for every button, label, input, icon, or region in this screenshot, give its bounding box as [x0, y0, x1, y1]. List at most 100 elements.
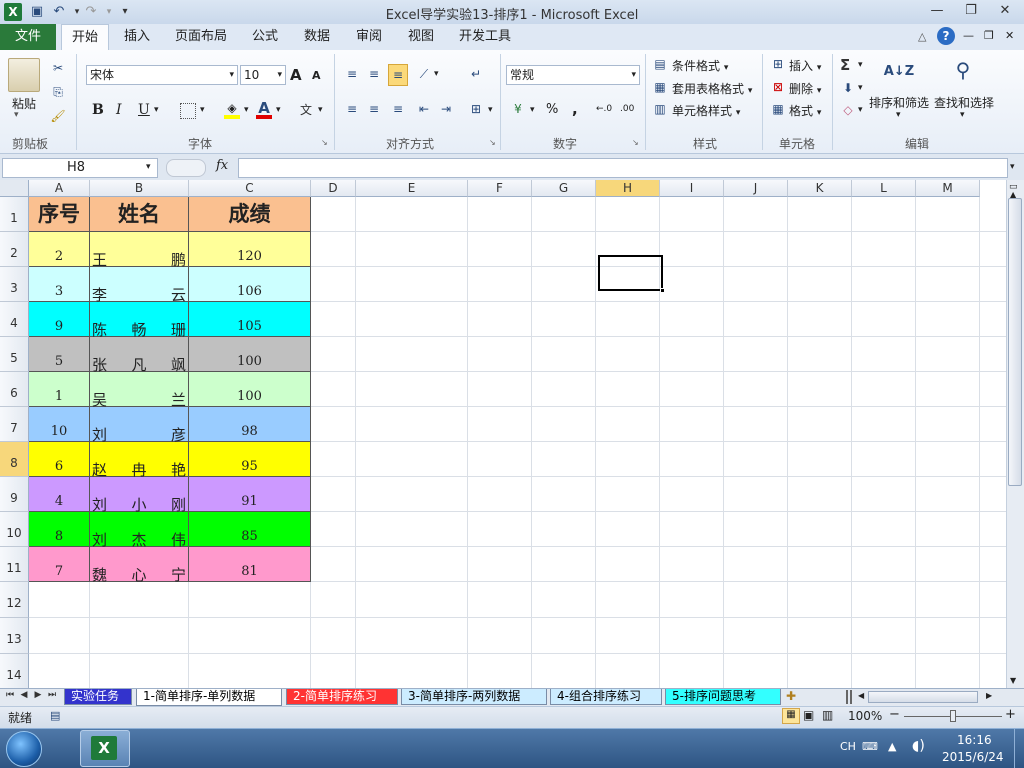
borders-icon[interactable]	[180, 103, 196, 119]
delete-cells-button[interactable]: 删除 ▾	[789, 80, 821, 97]
start-button[interactable]	[6, 731, 42, 767]
tab-formulas[interactable]: 公式	[246, 24, 284, 50]
formula-resize-handle[interactable]	[166, 159, 206, 177]
help-icon[interactable]: ?	[937, 27, 955, 45]
autosum-icon[interactable]: Σ	[840, 56, 850, 74]
tab-file[interactable]: 文件	[0, 24, 56, 50]
tab-home[interactable]: 开始	[61, 24, 109, 50]
currency-icon[interactable]: ¥	[510, 101, 526, 117]
formula-input[interactable]	[238, 158, 1008, 178]
cell-styles-button[interactable]: 单元格样式 ▾	[672, 102, 740, 119]
clock-date[interactable]: 2015/6/24	[942, 750, 1004, 764]
number-format-select[interactable]: 常规 ▾	[506, 65, 640, 85]
underline-dropdown-icon[interactable]: ▾	[154, 105, 159, 115]
sheet-tab-4[interactable]: 4-组合排序练习	[550, 689, 662, 705]
paste-icon[interactable]	[8, 58, 40, 92]
cell-no[interactable]: 7	[29, 547, 90, 582]
first-sheet-icon[interactable]: ⏮	[4, 690, 16, 700]
worksheet-grid[interactable]: ABCDEFGHIJKLM 1 2 3 4 5 6 7 8 9 10 11 12 13 14 序号 姓名 成绩…	[0, 180, 1006, 688]
cell-styles-icon[interactable]: ▥	[652, 101, 668, 117]
format-cells-icon[interactable]: ▦	[770, 101, 786, 117]
tab-page-layout[interactable]: 页面布局	[170, 24, 232, 50]
cell-score[interactable]: 100	[189, 372, 311, 407]
column-header-J[interactable]: J	[724, 180, 788, 197]
zoom-out-icon[interactable]: −	[889, 707, 900, 722]
minimize-icon[interactable]: —	[924, 2, 950, 20]
column-header-D[interactable]: D	[311, 180, 356, 197]
horizontal-scroll-thumb[interactable]	[868, 691, 978, 703]
close-icon[interactable]: ✕	[992, 2, 1018, 20]
dialog-launcher-icon[interactable]: ↘	[632, 138, 639, 147]
cell-score[interactable]: 100	[189, 337, 311, 372]
tab-split-handle[interactable]	[846, 690, 852, 704]
volume-icon[interactable]: ◖)	[912, 738, 925, 754]
phonetic-icon[interactable]: 文	[300, 101, 312, 118]
cell-name[interactable]: 李云	[90, 267, 189, 304]
row-header-8[interactable]: 8	[0, 442, 29, 477]
decrease-indent-icon[interactable]: ⇤	[416, 101, 432, 117]
tab-view[interactable]: 视图	[402, 24, 440, 50]
vertical-scroll-thumb[interactable]	[1008, 198, 1022, 486]
show-desktop-button[interactable]	[1014, 728, 1024, 768]
macro-record-icon[interactable]: ▤	[50, 709, 60, 722]
row-header-1[interactable]: 1	[0, 197, 29, 232]
find-select-button[interactable]: 查找和选择	[934, 94, 994, 111]
currency-dropdown-icon[interactable]: ▾	[530, 105, 535, 115]
format-as-table-button[interactable]: 套用表格格式 ▾	[672, 80, 752, 97]
row-header-10[interactable]: 10	[0, 512, 29, 547]
cell-score[interactable]: 81	[189, 547, 311, 582]
bold-button[interactable]: B	[92, 102, 104, 118]
italic-button[interactable]: I	[116, 102, 122, 118]
column-header-E[interactable]: E	[356, 180, 468, 197]
sort-filter-dropdown-icon[interactable]: ▾	[896, 110, 901, 120]
page-layout-view-icon[interactable]: ▣	[803, 708, 814, 722]
increase-indent-icon[interactable]: ⇥	[438, 101, 454, 117]
wrap-text-icon[interactable]: ↵	[468, 66, 484, 82]
row-header-5[interactable]: 5	[0, 337, 29, 372]
row-header-13[interactable]: 13	[0, 618, 29, 654]
header-cell-no[interactable]: 序号	[29, 197, 90, 232]
column-header-H[interactable]: H	[596, 180, 660, 197]
active-cell-outline[interactable]	[598, 255, 663, 291]
conditional-format-button[interactable]: 条件格式 ▾	[672, 57, 728, 74]
shrink-font-icon[interactable]: A	[312, 69, 321, 82]
cell-name[interactable]: 刘彦	[90, 407, 189, 444]
fill-handle[interactable]	[660, 288, 665, 293]
insert-function-icon[interactable]: fx	[216, 158, 228, 173]
cell-name[interactable]: 张凡飒	[90, 337, 189, 374]
align-center-icon[interactable]: ≡	[366, 101, 382, 117]
column-header-C[interactable]: C	[189, 180, 311, 197]
merge-dropdown-icon[interactable]: ▾	[488, 105, 493, 115]
borders-dropdown-icon[interactable]: ▾	[200, 105, 205, 115]
cell-no[interactable]: 2	[29, 232, 90, 267]
sort-filter-icon[interactable]: A↓Z	[882, 56, 916, 88]
phonetic-dropdown-icon[interactable]: ▾	[318, 105, 323, 115]
tab-insert[interactable]: 插入	[117, 24, 157, 50]
clear-icon[interactable]: ◇	[840, 102, 856, 118]
column-header-G[interactable]: G	[532, 180, 596, 197]
column-header-K[interactable]: K	[788, 180, 852, 197]
row-header-3[interactable]: 3	[0, 267, 29, 302]
cell-name[interactable]: 赵冉艳	[90, 442, 189, 479]
format-painter-icon[interactable]: 🖌	[50, 108, 66, 124]
percent-button[interactable]: %	[546, 102, 558, 117]
orientation-icon[interactable]: ⟋	[416, 66, 432, 82]
row-header-9[interactable]: 9	[0, 477, 29, 512]
zoom-slider-thumb[interactable]	[950, 710, 956, 722]
name-box-dropdown-icon[interactable]: ▾	[146, 162, 151, 172]
insert-sheet-icon[interactable]: ✚	[786, 689, 796, 703]
orientation-dropdown-icon[interactable]: ▾	[434, 69, 439, 79]
row-header-2[interactable]: 2	[0, 232, 29, 267]
expand-formula-bar-icon[interactable]: ▾	[1010, 162, 1015, 172]
sheet-tab-3[interactable]: 3-简单排序-两列数据	[401, 689, 547, 705]
fill-dropdown-icon[interactable]: ▾	[858, 83, 863, 93]
find-select-dropdown-icon[interactable]: ▾	[960, 110, 965, 120]
fill-icon[interactable]: ⬇	[840, 80, 856, 96]
comma-button[interactable]: ,	[572, 100, 578, 118]
column-header-I[interactable]: I	[660, 180, 724, 197]
workbook-close-icon[interactable]: ✕	[1005, 29, 1014, 42]
row-header-4[interactable]: 4	[0, 302, 29, 337]
prev-sheet-icon[interactable]: ◀	[18, 690, 30, 700]
sheet-tab-5[interactable]: 5-排序问题思考	[665, 689, 781, 705]
cell-no[interactable]: 6	[29, 442, 90, 477]
